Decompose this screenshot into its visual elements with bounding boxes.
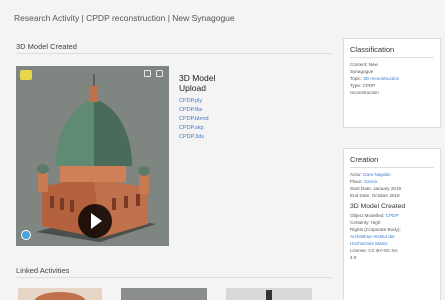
viewer-logo-badge [20, 70, 32, 80]
linked-thumbnail-2[interactable] [121, 288, 207, 300]
actor-link[interactable]: Dora Nagdan [363, 172, 390, 177]
type-row-2: reconstruction [350, 90, 379, 95]
model-section-title: 3D Model Created [16, 42, 77, 51]
rights-link-1[interactable]: Architektur-Institut der [350, 234, 395, 239]
created-subtitle: 3D Model Created [350, 203, 406, 210]
end-date-row: End Date: October 2019 [350, 193, 400, 198]
file-link-3ds[interactable]: CPDP.3ds [179, 133, 309, 142]
topic-row: Topic: 3D reconstruction [350, 76, 400, 81]
classification-title: Classification [350, 45, 395, 54]
creation-title: Creation [350, 155, 379, 164]
topic-link[interactable]: 3D reconstruction [363, 76, 399, 81]
breadcrumb: Research Activity | CPDP reconstruction … [14, 13, 235, 23]
actor-row: Actor: Dora Nagdan [350, 172, 391, 177]
type-row: Type: CPDP [350, 83, 376, 88]
place-link[interactable]: Szeria [364, 179, 377, 184]
file-link-list: CPDP.ply CPDP.fbx CPDP.blend CPDP.skp CP… [179, 97, 309, 142]
file-link-skp[interactable]: CPDP.skp [179, 124, 309, 133]
creation-card: Creation Actor: Dora Nagdan Place: Szeri… [343, 148, 441, 300]
upload-panel: 3D Model Upload CPDP.ply CPDP.fbx CPDP.b… [179, 73, 309, 142]
play-button[interactable] [78, 204, 112, 238]
license-row: License: CC BY-NC-SA [350, 248, 398, 253]
rights-row-3: Hochschule Mainz [344, 240, 440, 247]
object-row: Object Modelled: CPDP [350, 213, 399, 218]
content-row-2: Synagogue [350, 69, 374, 74]
rights-row: Rights (Corporate Body): [350, 227, 401, 232]
rights-link-2[interactable]: Hochschule Mainz [350, 241, 388, 246]
linked-thumbnail-1-image [34, 292, 86, 300]
classification-divider [350, 57, 434, 58]
creation-divider [350, 167, 434, 168]
linked-thumbnail-3[interactable] [226, 288, 312, 300]
certainty-row: Certainty: High [350, 220, 381, 225]
upload-heading: 3D Model Upload [179, 73, 309, 93]
linked-divider [16, 277, 332, 278]
rights-row-2: Architektur-Institut der [344, 233, 440, 240]
section-divider [16, 53, 332, 54]
upload-heading-line1: 3D Model [179, 73, 216, 83]
linked-section-title: Linked Activities [16, 266, 70, 275]
file-link-fbx[interactable]: CPDP.fbx [179, 106, 309, 115]
license-row-2: 4.0 [350, 255, 357, 260]
linked-thumbnail-1[interactable] [18, 288, 102, 300]
model-viewer[interactable] [16, 66, 169, 246]
place-row: Place: Szeria [350, 179, 378, 184]
start-date-row: Start Date: January 2019 [350, 186, 402, 191]
content-row: Content: New [350, 62, 378, 67]
file-link-ply[interactable]: CPDP.ply [179, 97, 309, 106]
linked-thumbnail-3-image [266, 290, 272, 300]
classification-card: Classification Content: New Synagogue To… [343, 38, 441, 128]
viewer-settings-icon[interactable] [144, 70, 151, 77]
viewer-info-icon[interactable] [21, 230, 31, 240]
upload-heading-line2: Upload [179, 83, 206, 93]
file-link-blend[interactable]: CPDP.blend [179, 115, 309, 124]
viewer-fullscreen-icon[interactable] [156, 70, 163, 77]
object-link[interactable]: CPDP [386, 213, 399, 218]
